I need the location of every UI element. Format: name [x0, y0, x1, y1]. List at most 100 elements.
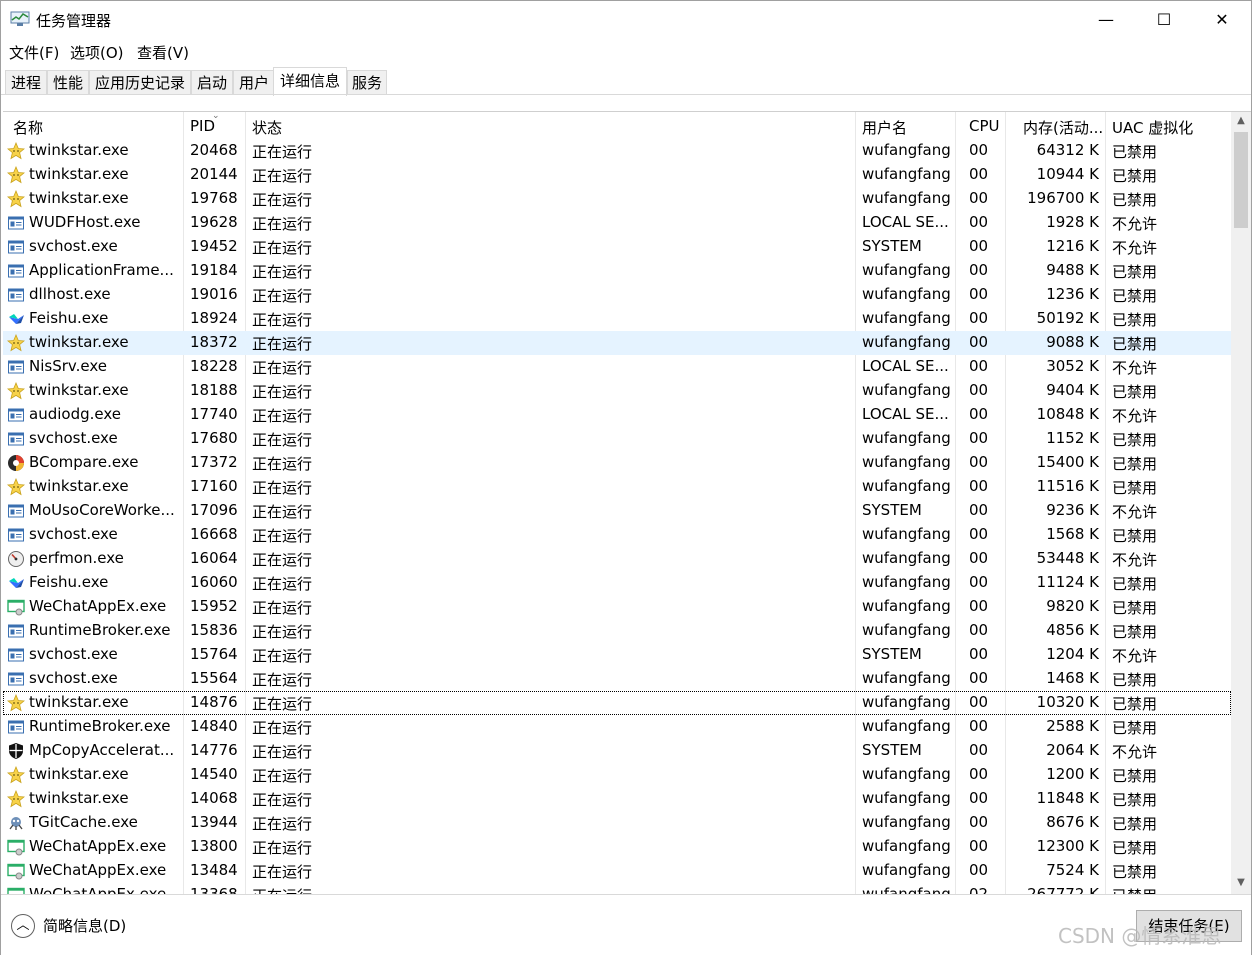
app-window-icon — [7, 502, 25, 520]
scroll-down-icon[interactable]: ▼ — [1231, 874, 1251, 892]
table-row[interactable]: audiodg.exe 17740 正在运行 LOCAL SE... 00 10848 K… — [3, 403, 1231, 427]
column-header-uac[interactable]: UAC 虚拟化 — [1112, 117, 1193, 138]
process-status: 正在运行 — [252, 791, 313, 809]
process-name: Feishu.exe — [29, 573, 109, 591]
table-row[interactable]: twinkstar.exe 14540 正在运行 wufangfang 00 1200 K… — [3, 763, 1231, 787]
process-user: wufangfang — [862, 141, 951, 159]
twinkstar-icon — [6, 189, 26, 208]
table-row[interactable]: twinkstar.exe 20144 正在运行 wufangfang 00 10944 … — [3, 163, 1231, 187]
process-name: WeChatAppEx.exe — [29, 597, 167, 615]
table-row[interactable]: Feishu.exe 16060 正在运行 wufangfang 00 11124 K 已禁… — [3, 571, 1231, 595]
tab-details[interactable]: 详细信息 — [273, 67, 347, 96]
table-row[interactable]: twinkstar.exe 18372 正在运行 wufangfang 00 9088 K… — [3, 331, 1231, 355]
process-cpu: 00 — [969, 549, 989, 567]
vertical-scrollbar[interactable]: ▲ ▼ — [1231, 112, 1251, 894]
table-row[interactable]: dllhost.exe 19016 正在运行 wufangfang 00 1236 K 已禁… — [3, 283, 1231, 307]
app-window-icon — [7, 430, 25, 448]
table-row[interactable]: svchost.exe 15764 正在运行 SYSTEM 00 1204 K 不允许 — [3, 643, 1231, 667]
tab-performance[interactable]: 性能 — [47, 70, 89, 95]
table-row[interactable]: twinkstar.exe 14876 正在运行 wufangfang 00 10320 … — [3, 691, 1231, 715]
table-row[interactable]: perfmon.exe 16064 正在运行 wufangfang 00 53448 K 不… — [3, 547, 1231, 571]
process-pid: 13484 — [190, 861, 238, 879]
chevron-up-icon[interactable]: ︿ — [11, 914, 35, 938]
table-row[interactable]: Feishu.exe 18924 正在运行 wufangfang 00 50192 K 已禁… — [3, 307, 1231, 331]
process-name: twinkstar.exe — [29, 381, 129, 399]
process-user: wufangfang — [862, 885, 951, 894]
table-row[interactable]: TGitCache.exe 13944 正在运行 wufangfang 00 8676 K… — [3, 811, 1231, 835]
table-row[interactable]: RuntimeBroker.exe 15836 正在运行 wufangfang 00 48… — [3, 619, 1231, 643]
tab-app-history[interactable]: 应用历史记录 — [89, 70, 191, 95]
process-memory: 9488 K — [1046, 261, 1099, 279]
scrollbar-thumb[interactable] — [1234, 132, 1248, 228]
fewer-details-link[interactable]: 简略信息(D) — [43, 915, 126, 936]
table-row[interactable]: BCompare.exe 17372 正在运行 wufangfang 00 15400 K… — [3, 451, 1231, 475]
table-row[interactable]: twinkstar.exe 18188 正在运行 wufangfang 00 9404 K… — [3, 379, 1231, 403]
close-button[interactable]: ✕ — [1193, 1, 1251, 39]
wechat-app-icon — [7, 838, 25, 856]
table-row[interactable]: svchost.exe 15564 正在运行 wufangfang 00 1468 K 已禁… — [3, 667, 1231, 691]
process-memory: 10848 K — [1036, 405, 1099, 423]
process-user: wufangfang — [862, 477, 951, 495]
process-user: LOCAL SE... — [862, 213, 949, 231]
process-uac: 已禁用 — [1112, 575, 1158, 593]
process-status: 正在运行 — [252, 215, 313, 233]
table-row[interactable]: WeChatAppEx.exe 13484 正在运行 wufangfang 00 7524… — [3, 859, 1231, 883]
process-memory: 4856 K — [1046, 621, 1099, 639]
process-uac: 已禁用 — [1112, 335, 1158, 353]
process-status: 正在运行 — [252, 719, 313, 737]
process-cpu: 00 — [969, 501, 989, 519]
tab-services[interactable]: 服务 — [347, 70, 387, 95]
table-row[interactable]: WeChatAppEx.exe 13368 正在运行 wufangfang 02 2677… — [3, 883, 1231, 894]
table-row[interactable]: twinkstar.exe 19768 正在运行 wufangfang 00 196700… — [3, 187, 1231, 211]
app-window-icon — [7, 406, 25, 424]
scroll-up-icon[interactable]: ▲ — [1231, 112, 1251, 130]
maximize-button[interactable]: ☐ — [1135, 1, 1193, 39]
process-memory: 15400 K — [1036, 453, 1099, 471]
process-user: wufangfang — [862, 837, 951, 855]
process-uac: 已禁用 — [1112, 791, 1158, 809]
table-row[interactable]: svchost.exe 19452 正在运行 SYSTEM 00 1216 K 不允许 — [3, 235, 1231, 259]
column-header-status[interactable]: 状态 — [252, 117, 282, 138]
table-row[interactable]: MoUsoCoreWorke... 17096 正在运行 SYSTEM 00 9236 K… — [3, 499, 1231, 523]
process-memory: 1216 K — [1046, 237, 1099, 255]
process-memory: 11516 K — [1036, 477, 1099, 495]
process-user: wufangfang — [862, 669, 951, 687]
menu-options[interactable]: 选项(O) — [70, 42, 124, 63]
process-name: RuntimeBroker.exe — [29, 717, 171, 735]
table-row[interactable]: NisSrv.exe 18228 正在运行 LOCAL SE... 00 3052 K 不允… — [3, 355, 1231, 379]
table-row[interactable]: twinkstar.exe 20468 正在运行 wufangfang 00 64312 … — [3, 139, 1231, 163]
minimize-button[interactable]: — — [1077, 1, 1135, 39]
table-row[interactable]: svchost.exe 17680 正在运行 wufangfang 00 1152 K 已禁… — [3, 427, 1231, 451]
process-uac: 已禁用 — [1112, 263, 1158, 281]
table-row[interactable]: svchost.exe 16668 正在运行 wufangfang 00 1568 K 已禁… — [3, 523, 1231, 547]
process-cpu: 00 — [969, 141, 989, 159]
table-row[interactable]: WeChatAppEx.exe 13800 正在运行 wufangfang 00 1230… — [3, 835, 1231, 859]
process-status: 正在运行 — [252, 551, 313, 569]
table-row[interactable]: WUDFHost.exe 19628 正在运行 LOCAL SE... 00 1928 K… — [3, 211, 1231, 235]
process-pid: 18924 — [190, 309, 238, 327]
wechat-app-icon — [7, 598, 25, 616]
process-user: LOCAL SE... — [862, 405, 949, 423]
window-title: 任务管理器 — [36, 12, 112, 30]
column-header-name[interactable]: 名称 — [13, 117, 43, 138]
process-user: wufangfang — [862, 861, 951, 879]
tab-divider — [1, 94, 1251, 95]
table-row[interactable]: twinkstar.exe 14068 正在运行 wufangfang 00 11848 … — [3, 787, 1231, 811]
table-row[interactable]: MpCopyAccelerat... 14776 正在运行 SYSTEM 00 2064 … — [3, 739, 1231, 763]
process-memory: 10320 K — [1036, 693, 1099, 711]
menu-view[interactable]: 查看(V) — [137, 42, 189, 63]
column-header-user[interactable]: 用户名 — [862, 117, 907, 138]
process-memory: 1928 K — [1046, 213, 1099, 231]
wechat-app-icon — [7, 886, 25, 894]
column-header-cpu[interactable]: CPU — [969, 117, 1000, 135]
table-row[interactable]: WeChatAppEx.exe 15952 正在运行 wufangfang 00 9820… — [3, 595, 1231, 619]
title-bar: 任务管理器 — ☐ ✕ — [1, 1, 1251, 39]
tab-users[interactable]: 用户 — [233, 70, 275, 95]
table-row[interactable]: RuntimeBroker.exe 14840 正在运行 wufangfang 00 25… — [3, 715, 1231, 739]
table-row[interactable]: ApplicationFrame... 19184 正在运行 wufangfang 00… — [3, 259, 1231, 283]
table-row[interactable]: twinkstar.exe 17160 正在运行 wufangfang 00 11516 … — [3, 475, 1231, 499]
tab-startup[interactable]: 启动 — [191, 70, 233, 95]
tab-processes[interactable]: 进程 — [5, 70, 47, 95]
column-header-memory[interactable]: 内存(活动... — [1023, 117, 1103, 138]
menu-file[interactable]: 文件(F) — [9, 42, 59, 63]
